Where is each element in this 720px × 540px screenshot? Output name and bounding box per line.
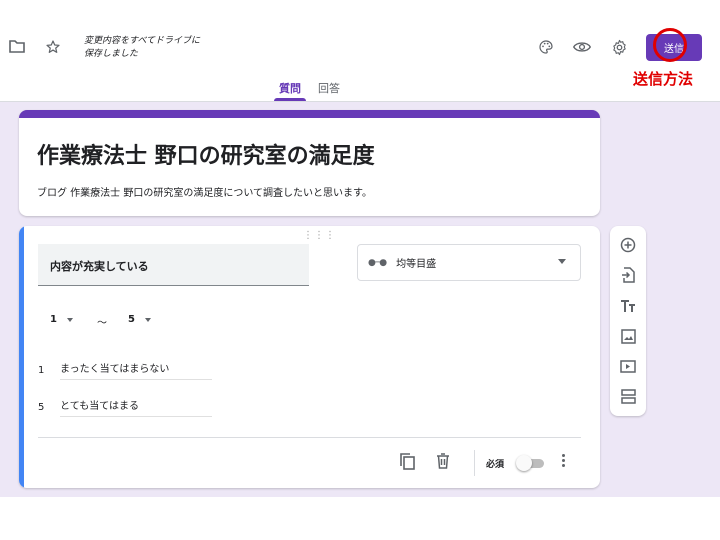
send-method-annotation: 送信方法 — [633, 70, 694, 88]
scale-label-number: 5 — [38, 401, 45, 413]
scale-label-number: 1 — [38, 364, 45, 376]
footer-separator — [474, 450, 475, 476]
header: 変更内容をすべてドライブに 保存しました 送信 送信方法 質問 回答 — [0, 0, 720, 102]
save-status: 変更内容をすべてドライブに 保存しました — [84, 35, 224, 61]
question-card[interactable]: ⋮⋮⋮ 内容が充実している ●─● 均等目盛 1 〜 5 1 まったく当てはまら… — [19, 226, 600, 488]
linear-scale-icon: ●─● — [368, 257, 387, 268]
scale-label-input[interactable]: とても当てはまる — [60, 397, 212, 417]
tab-responses[interactable]: 回答 — [318, 80, 340, 96]
section-icon[interactable] — [618, 386, 638, 406]
range-max-select[interactable]: 5 — [128, 314, 151, 325]
gear-icon[interactable] — [610, 38, 628, 56]
question-type-label: 均等目盛 — [396, 259, 437, 270]
palette-icon[interactable] — [537, 38, 555, 56]
active-tab-indicator — [274, 98, 306, 101]
required-label: 必須 — [486, 460, 505, 470]
image-icon[interactable] — [618, 326, 638, 346]
caret-down-icon — [144, 317, 151, 322]
more-vert-icon[interactable] — [559, 454, 567, 467]
folder-icon[interactable] — [8, 38, 26, 54]
footer-divider — [38, 437, 581, 438]
chevron-down-icon — [558, 259, 566, 264]
tab-questions[interactable]: 質問 — [279, 80, 301, 96]
form-description[interactable]: ブログ 作業療法士 野口の研究室の満足度について調査したいと思います。 — [37, 184, 372, 199]
send-button[interactable]: 送信 — [646, 34, 702, 61]
form-header-card[interactable]: 作業療法士 野口の研究室の満足度 ブログ 作業療法士 野口の研究室の満足度につい… — [19, 110, 600, 216]
trash-icon[interactable] — [435, 452, 451, 470]
eye-icon[interactable] — [572, 38, 592, 56]
text-format-icon[interactable] — [618, 296, 638, 316]
range-max-value: 5 — [128, 314, 135, 325]
range-min-select[interactable]: 1 — [50, 314, 73, 325]
caret-down-icon — [66, 317, 73, 322]
question-title-input[interactable]: 内容が充実している — [38, 244, 309, 286]
save-status-line1: 変更内容をすべてドライブに — [84, 36, 201, 46]
side-toolbar — [610, 226, 646, 416]
scale-label-input[interactable]: まったく当てはまらない — [60, 360, 212, 380]
scale-label-row: 5 とても当てはまる — [38, 397, 212, 417]
import-icon[interactable] — [618, 265, 638, 285]
copy-icon[interactable] — [398, 452, 416, 470]
scale-label-row: 1 まったく当てはまらない — [38, 360, 212, 380]
required-toggle-knob[interactable] — [516, 455, 532, 471]
drag-handle-icon[interactable]: ⋮⋮⋮ — [303, 230, 336, 241]
form-title[interactable]: 作業療法士 野口の研究室の満足度 — [37, 138, 375, 170]
add-circle-icon[interactable] — [618, 235, 638, 255]
video-icon[interactable] — [618, 356, 638, 376]
save-status-line2: 保存しました — [84, 49, 139, 59]
range-min-value: 1 — [50, 314, 57, 325]
star-icon[interactable] — [43, 37, 63, 57]
active-question-indicator — [19, 226, 24, 488]
question-type-select[interactable]: ●─● 均等目盛 — [357, 244, 581, 281]
range-separator: 〜 — [97, 318, 107, 329]
